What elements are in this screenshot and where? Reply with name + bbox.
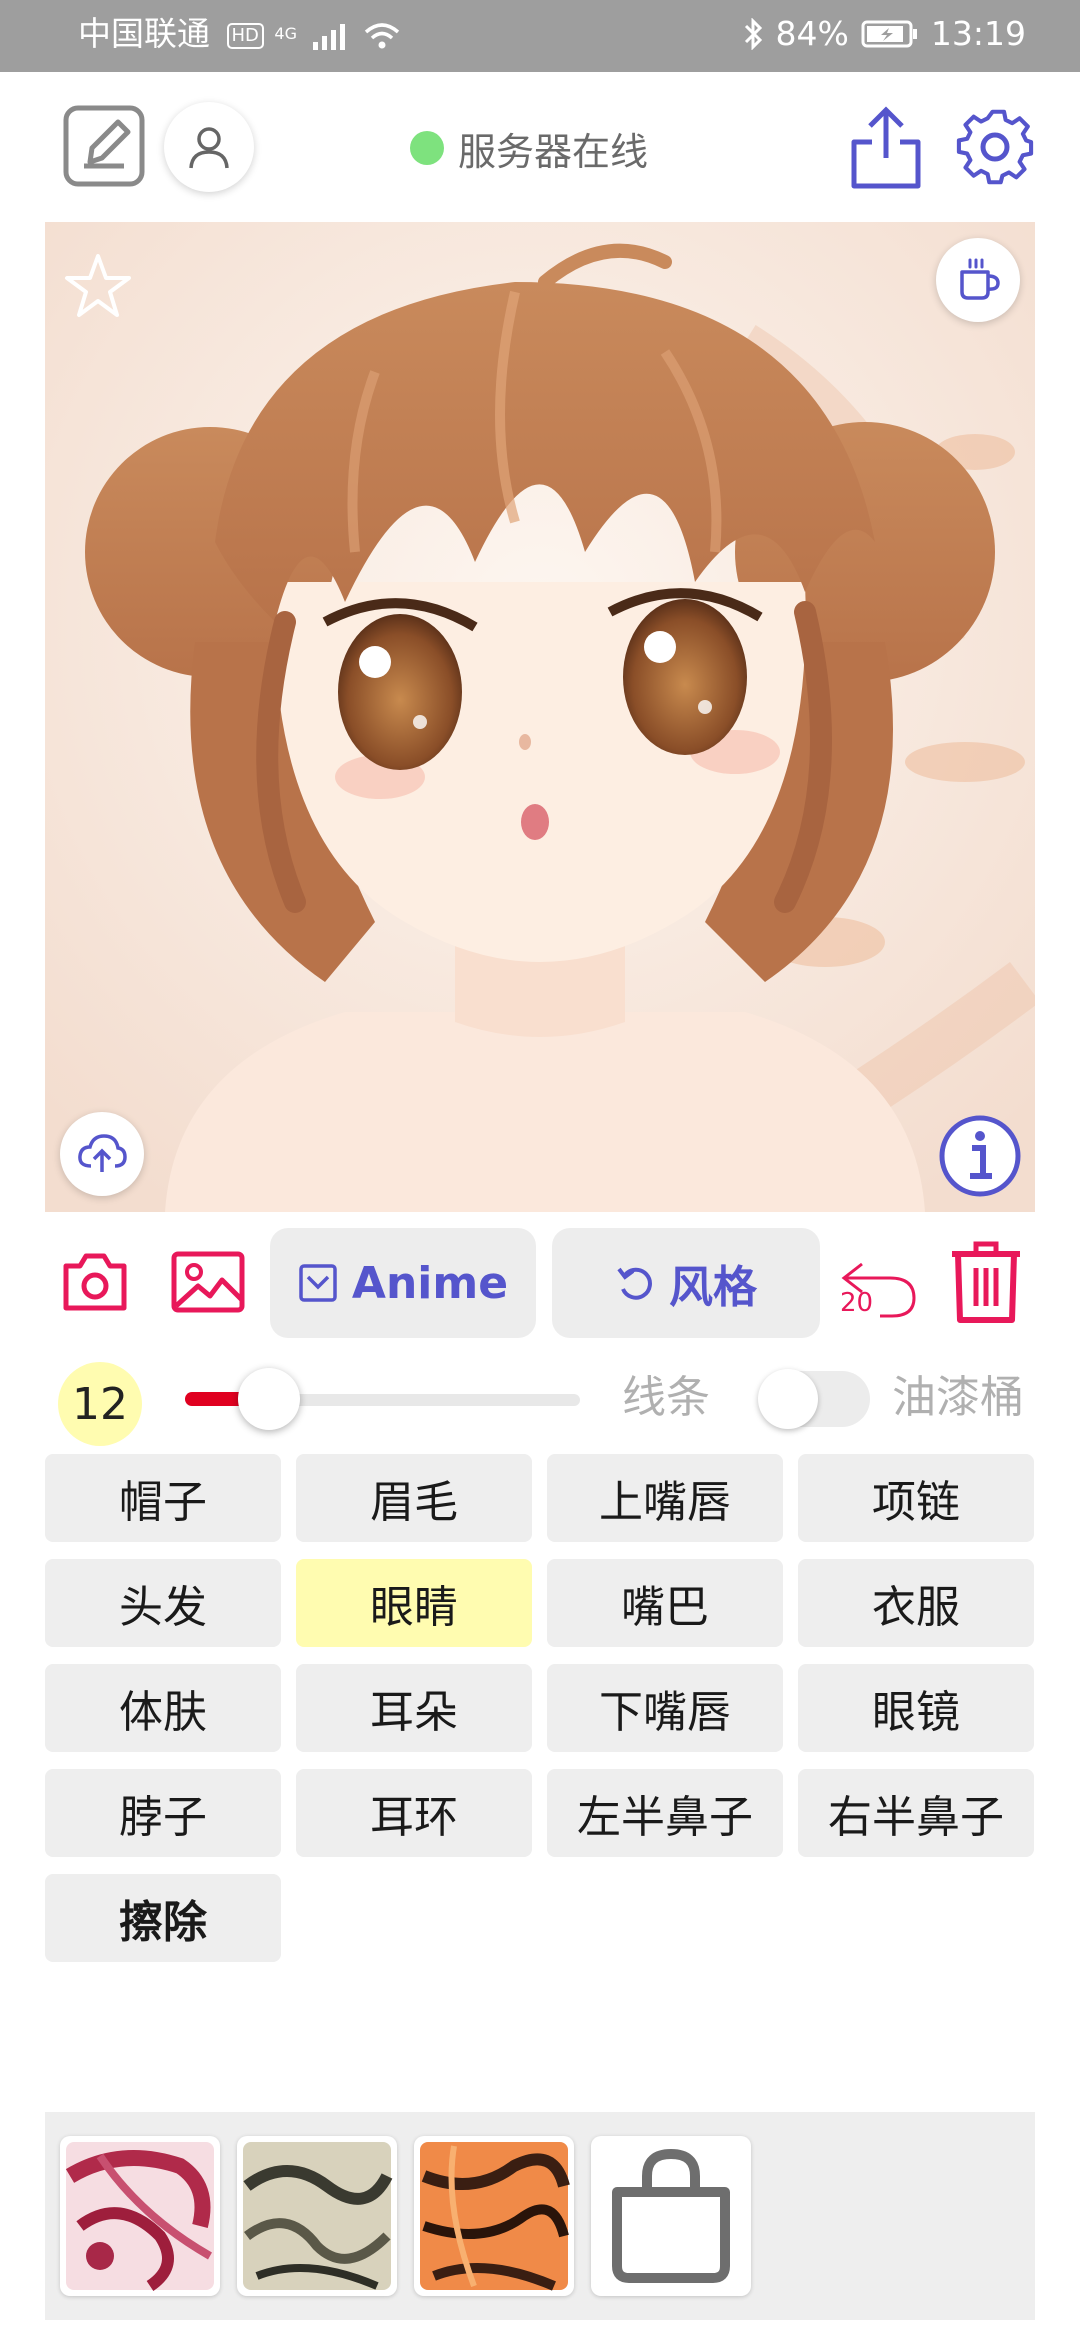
style-palette [45,2112,1035,2320]
anime-mode-button[interactable]: Anime [270,1228,536,1338]
share-icon [851,106,921,189]
erase-button[interactable]: 擦除 [45,1874,281,1962]
anime-mode-label: Anime [351,1257,509,1309]
part-eyebrows[interactable]: 眉毛 [296,1454,532,1542]
clock: 13:19 [930,14,1026,53]
upload-button[interactable] [60,1112,144,1196]
status-right: 84% 13:19 [742,14,1026,54]
swatch-image [420,2142,570,2291]
part-ears[interactable]: 耳朵 [296,1664,532,1752]
user-button[interactable] [164,102,254,192]
trash-icon [952,1241,1020,1323]
part-hat[interactable]: 帽子 [45,1454,281,1542]
favorite-button[interactable] [62,250,134,322]
checkbox-icon [299,1264,337,1302]
part-skin[interactable]: 体肤 [45,1664,281,1752]
part-hair[interactable]: 头发 [45,1559,281,1647]
undo-count: 20 [840,1288,874,1318]
part-mouth[interactable]: 嘴巴 [547,1559,783,1647]
edit-icon [63,105,145,187]
rotate-icon [617,1267,652,1300]
hd-badge: HD [226,22,264,49]
lines-label[interactable]: 线条 [622,1368,710,1428]
undo-button[interactable]: 20 [840,1244,920,1324]
shopping-bag-icon [612,2148,730,2283]
coffee-icon [960,258,1000,300]
user-icon [189,127,229,169]
paint-bucket-toggle-thumb[interactable] [758,1369,818,1429]
part-clothes[interactable]: 衣服 [798,1559,1034,1647]
part-upper-lip[interactable]: 上嘴唇 [547,1454,783,1542]
cloud-upload-icon [78,1134,127,1172]
status-bar: 中国联通 HD 4G 84% 13:19 [0,0,1080,72]
drawing-canvas[interactable] [45,222,1035,1212]
gallery-button[interactable] [170,1250,246,1314]
status-left: 中国联通 HD 4G [78,14,400,54]
style-label: 风格 [669,1262,757,1313]
style-swatch-3[interactable] [414,2136,574,2296]
signal-icon [313,22,346,50]
part-right-nose[interactable]: 右半鼻子 [798,1769,1034,1857]
coffee-button[interactable] [936,238,1020,322]
carrier-label: 中国联通 [78,14,210,53]
info-icon [939,1115,1021,1197]
share-button[interactable] [846,104,926,192]
gear-icon [956,109,1034,185]
style-store-button[interactable] [591,2136,751,2296]
paint-bucket-label: 油漆桶 [892,1372,1024,1423]
camera-icon [63,1253,127,1311]
server-status-label: 服务器在线 [458,129,649,174]
image-icon [171,1251,245,1313]
style-swatch-1[interactable] [60,2136,220,2296]
network-label: 4G [274,24,297,43]
anime-portrait-image [45,222,1035,1212]
camera-button[interactable] [60,1250,130,1314]
battery-icon [861,20,917,48]
style-button[interactable]: 风格 [552,1228,820,1338]
server-status: 服务器在线 [410,118,648,178]
wifi-icon [364,22,400,48]
style-swatch-2[interactable] [237,2136,397,2296]
part-lower-lip[interactable]: 下嘴唇 [547,1664,783,1752]
edit-button[interactable] [62,104,146,188]
part-neck[interactable]: 脖子 [45,1769,281,1857]
part-earrings[interactable]: 耳环 [296,1769,532,1857]
part-glasses[interactable]: 眼镜 [798,1664,1034,1752]
brush-slider-thumb[interactable] [238,1368,300,1430]
brush-size-badge: 12 [58,1362,142,1446]
bluetooth-icon [744,18,762,50]
part-eyes[interactable]: 眼睛 [296,1559,532,1647]
delete-button[interactable] [948,1240,1024,1324]
star-icon [65,254,131,317]
part-left-nose[interactable]: 左半鼻子 [547,1769,783,1857]
part-necklace[interactable]: 项链 [798,1454,1034,1542]
info-button[interactable] [938,1114,1022,1198]
settings-button[interactable] [952,104,1038,190]
battery-percent: 84% [775,14,849,53]
online-dot [410,131,444,165]
swatch-image [243,2142,393,2290]
swatch-image [65,2142,214,2291]
